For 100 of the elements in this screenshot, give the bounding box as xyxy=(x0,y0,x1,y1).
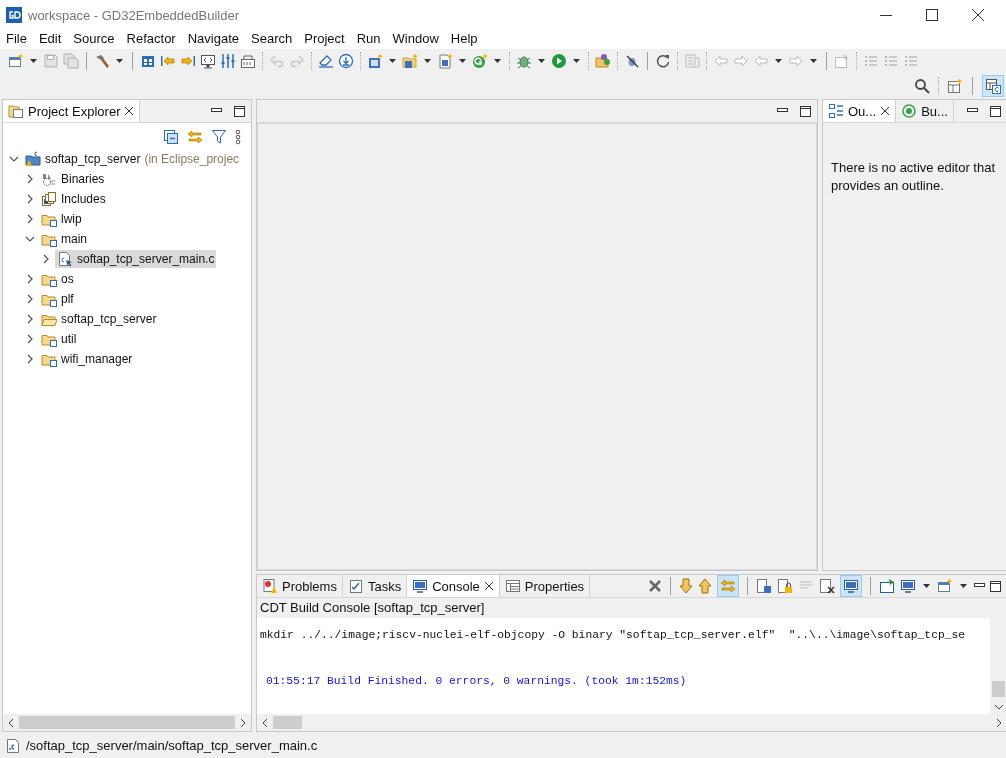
new-class-icon[interactable] xyxy=(367,52,383,69)
project-explorer-tab[interactable]: Project Explorer xyxy=(3,100,141,122)
expand-chevron-icon[interactable] xyxy=(25,274,35,284)
menu-item[interactable]: Project xyxy=(304,31,345,46)
menu-item[interactable]: Source xyxy=(73,31,115,46)
menu-item[interactable]: Edit xyxy=(38,31,62,46)
scroll-lock-icon[interactable] xyxy=(756,578,772,594)
close-icon[interactable] xyxy=(972,9,984,21)
caret-icon[interactable] xyxy=(30,58,37,63)
new-console-icon[interactable] xyxy=(937,578,953,594)
tree-item[interactable]: softap_tcp_server_main.c xyxy=(55,250,217,268)
maximize-icon[interactable] xyxy=(990,105,1001,117)
caret-icon[interactable] xyxy=(775,58,782,63)
tree-item[interactable]: util xyxy=(39,330,79,348)
view-tab[interactable]: Bu... xyxy=(896,100,954,122)
search-icon[interactable] xyxy=(914,77,930,94)
remove-icon[interactable] xyxy=(648,579,662,593)
lock-icon[interactable] xyxy=(777,578,793,594)
folder-page-icon xyxy=(8,103,24,119)
view-menu-icon[interactable] xyxy=(235,129,241,145)
tree-item[interactable]: lwip xyxy=(39,210,84,228)
expand-chevron-icon[interactable] xyxy=(9,154,19,164)
view-tab[interactable]: Ou... xyxy=(823,100,897,122)
menu-item[interactable]: Help xyxy=(450,31,478,46)
clear-console-icon[interactable] xyxy=(819,578,835,594)
menu-item[interactable]: Window xyxy=(392,31,439,46)
tree-item[interactable]: Includes xyxy=(39,190,108,208)
up-arrow-icon[interactable] xyxy=(698,578,712,594)
maximize-icon[interactable] xyxy=(800,105,811,117)
scrollbar-thumb[interactable] xyxy=(273,716,302,729)
includes-icon xyxy=(41,191,57,207)
menu-item[interactable]: Run xyxy=(356,31,381,46)
download-icon[interactable] xyxy=(338,52,354,69)
caret-icon[interactable] xyxy=(538,58,545,63)
expand-chevron-icon[interactable] xyxy=(25,194,35,204)
maximize-icon[interactable] xyxy=(234,105,245,117)
new-source-icon[interactable] xyxy=(437,52,453,69)
caret-icon[interactable] xyxy=(810,58,817,63)
tree-item[interactable]: softap_tcp_server (in Eclipse_projec xyxy=(23,150,242,168)
status-path: /softap_tcp_server/main/softap_tcp_server_main.c xyxy=(26,738,318,753)
expand-chevron-icon[interactable] xyxy=(25,214,35,224)
tree-item[interactable]: main xyxy=(39,230,89,248)
close-icon[interactable] xyxy=(880,106,891,116)
c-perspective-button[interactable] xyxy=(982,74,1004,97)
hammer-icon[interactable] xyxy=(94,52,110,69)
scroll-left-icon[interactable] xyxy=(7,717,15,728)
g-tool-icon[interactable] xyxy=(472,52,488,69)
collapse-all-icon[interactable] xyxy=(163,129,179,145)
view-tab[interactable]: Problems xyxy=(257,575,343,597)
expand-chevron-icon[interactable] xyxy=(25,354,35,364)
scroll-right-icon[interactable] xyxy=(995,717,1003,728)
expand-chevron-icon[interactable] xyxy=(41,254,51,264)
monitor-icon[interactable] xyxy=(200,52,216,69)
scroll-right-icon[interactable] xyxy=(239,717,247,728)
caret-icon[interactable] xyxy=(459,58,466,63)
caret-icon[interactable] xyxy=(424,58,431,63)
run-icon[interactable] xyxy=(551,52,567,69)
open-folder-icon[interactable] xyxy=(595,52,611,69)
filter-icon[interactable] xyxy=(211,129,227,145)
scrollbar-thumb[interactable] xyxy=(992,681,1005,697)
new-file-icon[interactable] xyxy=(8,52,24,69)
sliders-icon[interactable] xyxy=(220,52,236,69)
expand-chevron-icon[interactable] xyxy=(25,314,35,324)
tree-item[interactable]: plf xyxy=(39,290,76,308)
maximize-icon[interactable] xyxy=(990,580,1001,592)
menu-item[interactable]: File xyxy=(6,31,27,46)
view-tab[interactable]: Properties xyxy=(499,575,591,597)
pin-console-icon[interactable] xyxy=(879,578,895,594)
display-console-icon[interactable] xyxy=(900,578,916,594)
open-perspective-icon[interactable] xyxy=(947,77,963,94)
tree-item[interactable]: os xyxy=(39,270,76,288)
expand-chevron-icon[interactable] xyxy=(25,294,35,304)
console-line: mkdir ../../image;riscv-nuclei-elf-objcopy -O binary "softap_tcp_server.elf" "..\..\image\softap_tcp_se xyxy=(260,628,967,643)
refresh-icon[interactable] xyxy=(655,52,671,69)
class-folder-icon[interactable] xyxy=(402,52,418,69)
scroll-left-icon[interactable] xyxy=(261,717,269,728)
show-console-button[interactable] xyxy=(840,575,862,597)
caret-icon[interactable] xyxy=(923,584,930,588)
down-arrow-icon[interactable] xyxy=(679,578,693,594)
tree-item[interactable]: wifi_manager xyxy=(39,350,135,368)
expand-chevron-icon[interactable] xyxy=(25,234,35,244)
expand-chevron-icon[interactable] xyxy=(25,174,35,184)
caret-icon[interactable] xyxy=(573,58,580,63)
maximize-icon[interactable] xyxy=(926,9,938,21)
close-icon[interactable] xyxy=(124,106,135,116)
scrollbar-thumb[interactable] xyxy=(19,716,235,729)
menu-item[interactable]: Refactor xyxy=(126,31,176,46)
caret-icon[interactable] xyxy=(389,58,396,63)
scroll-down-icon[interactable] xyxy=(993,703,1004,711)
caret-icon[interactable] xyxy=(960,584,967,588)
close-icon[interactable] xyxy=(483,581,494,591)
tree-item[interactable]: softap_tcp_server xyxy=(39,310,159,328)
expand-chevron-icon[interactable] xyxy=(25,334,35,344)
caret-icon[interactable] xyxy=(116,58,123,63)
link-icon[interactable] xyxy=(187,129,203,145)
view-tab[interactable]: Console xyxy=(407,575,500,597)
menu-item[interactable]: Search xyxy=(251,31,293,46)
tree-item[interactable]: Binaries xyxy=(39,170,107,188)
caret-icon[interactable] xyxy=(494,58,501,63)
menu-item[interactable]: Navigate xyxy=(187,31,239,46)
